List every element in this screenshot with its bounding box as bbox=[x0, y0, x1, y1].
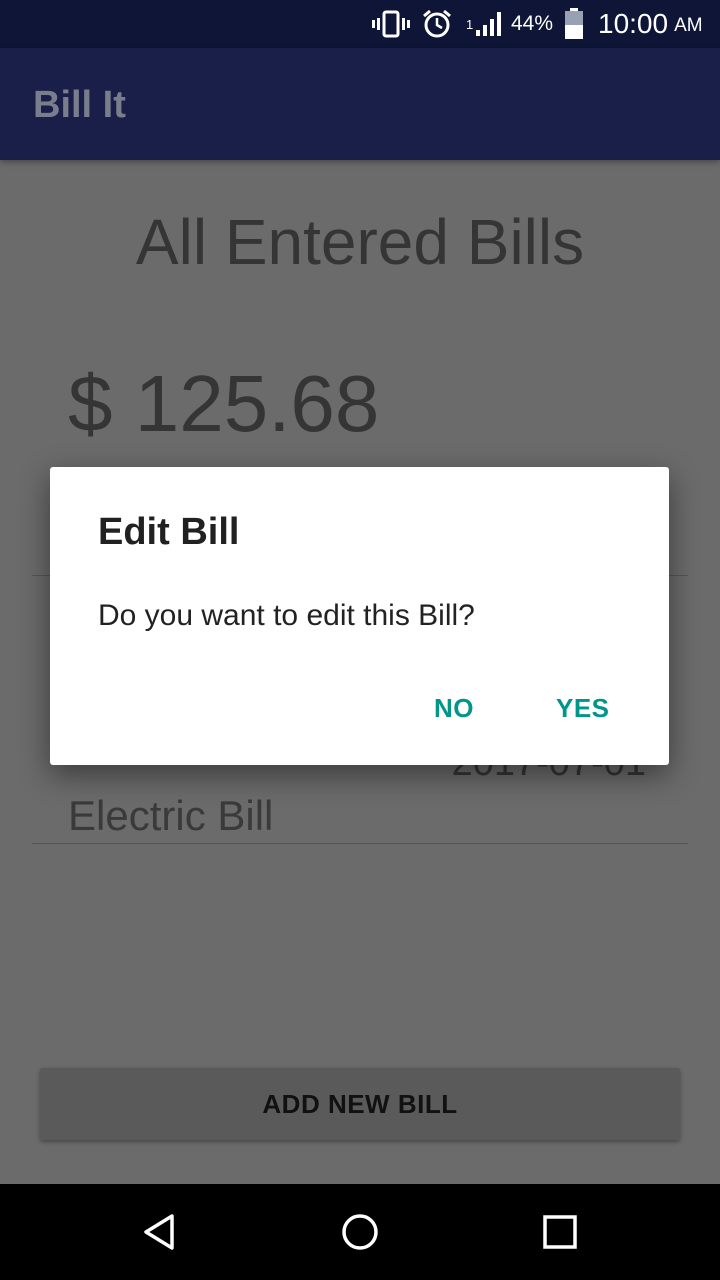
page-heading: All Entered Bills bbox=[135, 206, 585, 278]
app-title: Bill It bbox=[33, 84, 126, 126]
signal-badge: 1 bbox=[466, 16, 474, 32]
clock-ampm: AM bbox=[674, 15, 703, 36]
status-bar: 1 44% 10:00 AM bbox=[0, 0, 720, 48]
clock-time: 10:00 bbox=[598, 8, 669, 39]
no-button[interactable]: NO bbox=[434, 693, 474, 724]
add-new-bill-button[interactable]: ADD NEW BILL bbox=[40, 1068, 680, 1140]
dialog-title: Edit Bill bbox=[98, 511, 240, 553]
bill-name: Electric Bill bbox=[68, 792, 274, 839]
status-time: 10:00 AM bbox=[598, 0, 703, 48]
navigation-bar bbox=[0, 1184, 720, 1280]
edit-bill-dialog: Edit Bill Do you want to edit this Bill?… bbox=[50, 467, 669, 765]
list-divider-bottom bbox=[32, 843, 688, 844]
home-icon[interactable] bbox=[312, 1184, 408, 1280]
battery-icon bbox=[564, 0, 584, 48]
recents-icon[interactable] bbox=[512, 1184, 608, 1280]
alarm-icon bbox=[421, 0, 453, 48]
battery-percent: 44% bbox=[511, 12, 554, 35]
dialog-message: Do you want to edit this Bill? bbox=[98, 599, 475, 632]
yes-button[interactable]: YES bbox=[556, 693, 610, 724]
back-icon[interactable] bbox=[112, 1184, 208, 1280]
total-amount: $ 125.68 bbox=[68, 359, 380, 448]
app-bar: Bill It bbox=[0, 48, 720, 160]
vibrate-icon bbox=[372, 0, 410, 48]
signal-icon bbox=[476, 0, 504, 48]
